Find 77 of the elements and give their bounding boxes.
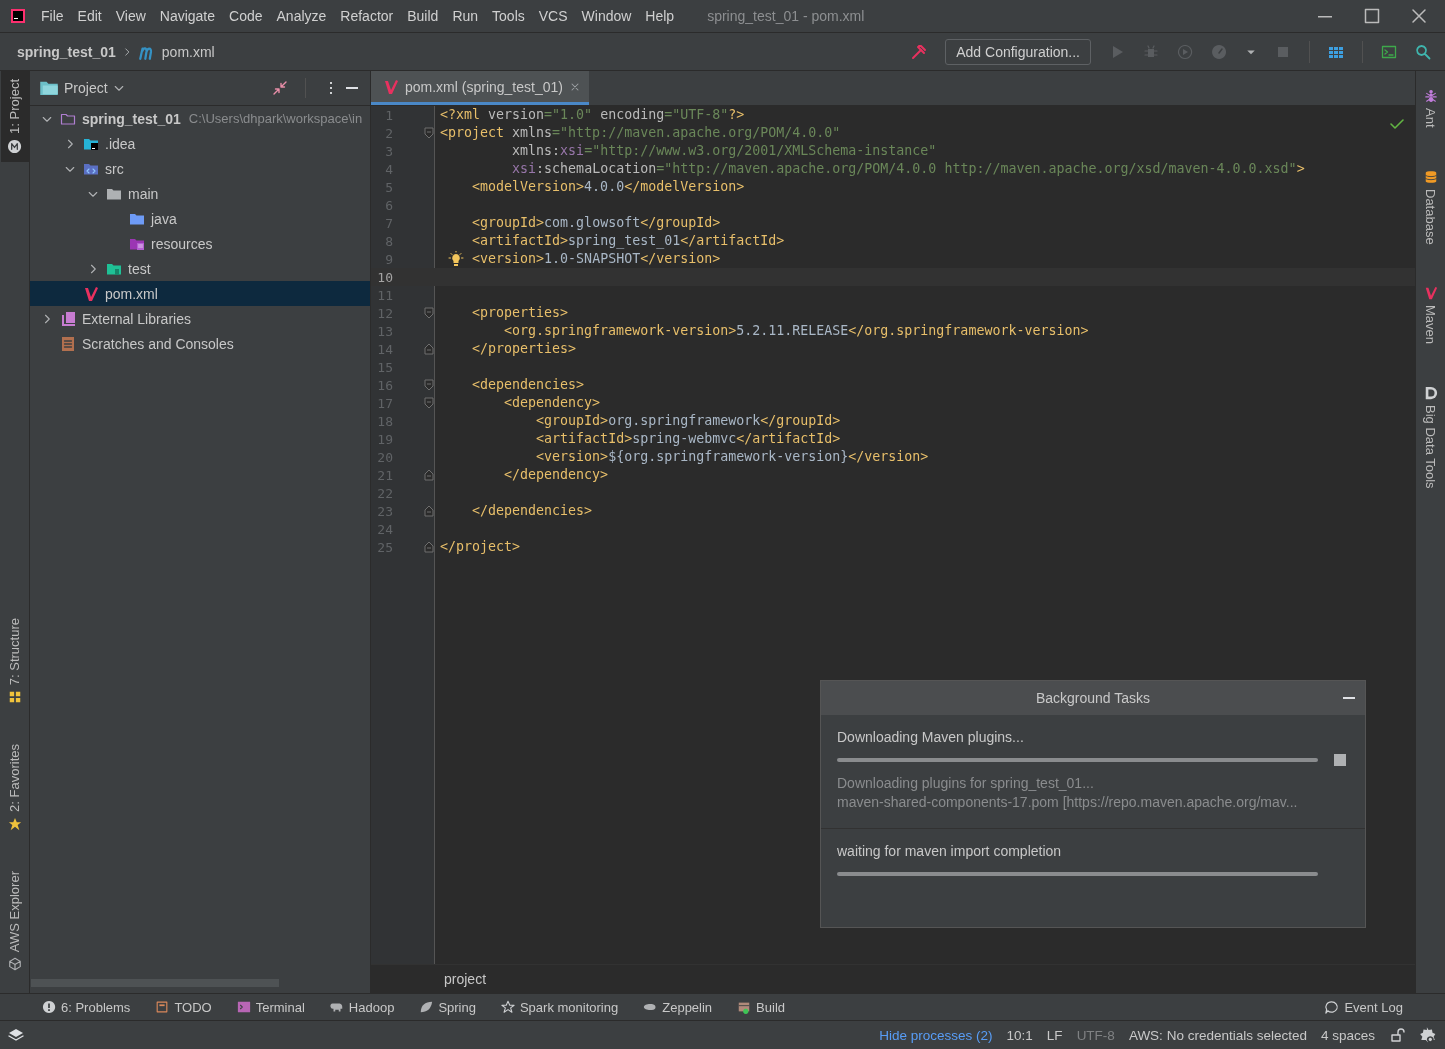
breadcrumb-item[interactable]: project (444, 971, 487, 987)
indent-setting[interactable]: 4 spaces (1320, 1027, 1375, 1043)
code-line: <artifactId>spring-webmvc</artifactId> (536, 430, 841, 448)
menu-item[interactable]: View (108, 8, 153, 24)
menu-item[interactable]: Window (574, 8, 639, 24)
code-line: xsi:schemaLocation="http://maven.apache.org/POM/4.0.0 http://maven.apache.org/xsd/maven-4.0.0.xsd"> (512, 160, 1305, 178)
hide-processes-link[interactable]: Hide processes (2) (879, 1027, 993, 1043)
code-line: <properties> (472, 304, 569, 322)
tool-window-button[interactable]: Event Log (1324, 999, 1403, 1015)
tree-item[interactable]: spring_test_01 C:\Users\dhpark\workspace\in (30, 106, 370, 131)
code-line: <version>${org.springframework-version}</version> (536, 448, 929, 466)
task-title: Downloading Maven plugins... (837, 729, 1025, 745)
task-title: waiting for maven import completion (837, 843, 1063, 859)
code-line: <groupId>org.springframework</groupId> (536, 412, 841, 430)
tree-item[interactable]: test (30, 256, 370, 281)
tool-window-tab[interactable]: AWS Explorer (0, 862, 29, 979)
tree-item[interactable]: java (30, 206, 370, 231)
tree-item[interactable]: pom.xml (30, 281, 370, 306)
code-line: <dependencies> (472, 376, 585, 394)
code-line: xmlns:xsi="http://www.w3.org/2001/XMLSchema-instance" (512, 142, 937, 160)
tree-item[interactable]: resources (30, 231, 370, 256)
tool-window-button[interactable]: 6: Problems (42, 999, 131, 1015)
tool-window-tab[interactable]: Ant (1416, 81, 1445, 136)
code-line: </properties> (472, 340, 577, 358)
tool-window-button[interactable]: TODO (155, 999, 212, 1015)
editor-tab[interactable]: pom.xml (spring_test_01) (371, 71, 589, 105)
menu-item[interactable]: Navigate (152, 8, 223, 24)
line-separator[interactable]: LF (1046, 1027, 1063, 1043)
tool-window-button[interactable]: Terminal (236, 999, 305, 1015)
code-line: <artifactId>spring_test_01</artifactId> (472, 232, 785, 250)
task-detail: maven-shared-components-17.pom [https://repo.maven.apache.org/mav... (837, 794, 1299, 810)
tree-item[interactable]: src (30, 156, 370, 181)
run-configuration-button[interactable]: Add Configuration... (945, 38, 1091, 65)
tool-window-tab[interactable]: Database (1416, 161, 1445, 253)
code-line: <org.springframework-version>5.2.11.RELEASE</org.springframework-version> (504, 322, 1089, 340)
tool-window-tab[interactable]: 1: Project (0, 71, 29, 162)
tool-window-tab[interactable]: Big Data Tools (1416, 378, 1445, 497)
code-line: <dependency> (504, 394, 601, 412)
menu-item[interactable]: Build (400, 8, 446, 24)
window-title: spring_test_01 - pom.xml (707, 8, 865, 24)
tool-window-tab[interactable]: 7: Structure (0, 609, 29, 712)
breadcrumb-item[interactable]: pom.xml (161, 43, 215, 60)
popup-title: Background Tasks (1035, 690, 1151, 706)
code-line: <groupId>com.glowsoft</groupId> (472, 214, 721, 232)
tool-window-button[interactable]: Spring (419, 999, 476, 1015)
code-line: <?xml version="1.0" encoding="UTF-8"?> (440, 106, 745, 124)
menu-item[interactable]: VCS (531, 8, 575, 24)
menu-item[interactable]: Analyze (269, 8, 334, 24)
tool-window-button[interactable]: Hadoop (329, 999, 395, 1015)
menu-item[interactable]: Help (638, 8, 682, 24)
code-line: <modelVersion>4.0.0</modelVersion> (472, 178, 745, 196)
code-line: </dependency> (504, 466, 609, 484)
menu-item[interactable]: Code (222, 8, 270, 24)
menu-item[interactable]: Refactor (333, 8, 401, 24)
caret-position[interactable]: 10:1 (1006, 1027, 1033, 1043)
line-number: 10 (376, 269, 393, 285)
task-detail: Downloading plugins for spring_test_01... (837, 775, 1095, 791)
code-line: <project xmlns="http://maven.apache.org/POM/4.0.0" (440, 124, 841, 142)
code-line: <version>1.0-SNAPSHOT</version> (472, 250, 721, 268)
tool-window-button[interactable]: Spark monitoring (500, 999, 619, 1015)
menu-item[interactable]: Edit (70, 8, 109, 24)
tree-item[interactable]: Scratches and Consoles (30, 331, 370, 356)
menu-item[interactable]: Run (445, 8, 486, 24)
breadcrumb-item[interactable]: spring_test_01 (17, 43, 116, 60)
tool-window-button[interactable]: Build (737, 999, 786, 1015)
tree-item[interactable]: main (30, 181, 370, 206)
aws-status[interactable]: AWS: No credentials selected (1128, 1027, 1307, 1043)
code-line: </project> (440, 538, 521, 556)
tree-item[interactable]: External Libraries (30, 306, 370, 331)
panel-title[interactable]: Project (64, 80, 108, 96)
tree-item[interactable]: .idea (30, 131, 370, 156)
tool-window-button[interactable]: Zeppelin (643, 999, 713, 1015)
code-line: </dependencies> (472, 502, 593, 520)
menu-item[interactable]: Tools (485, 8, 532, 24)
menu-item[interactable]: File (34, 8, 71, 24)
tool-window-tab[interactable]: Maven (1416, 278, 1445, 353)
tool-window-tab[interactable]: 2: Favorites (0, 735, 29, 839)
